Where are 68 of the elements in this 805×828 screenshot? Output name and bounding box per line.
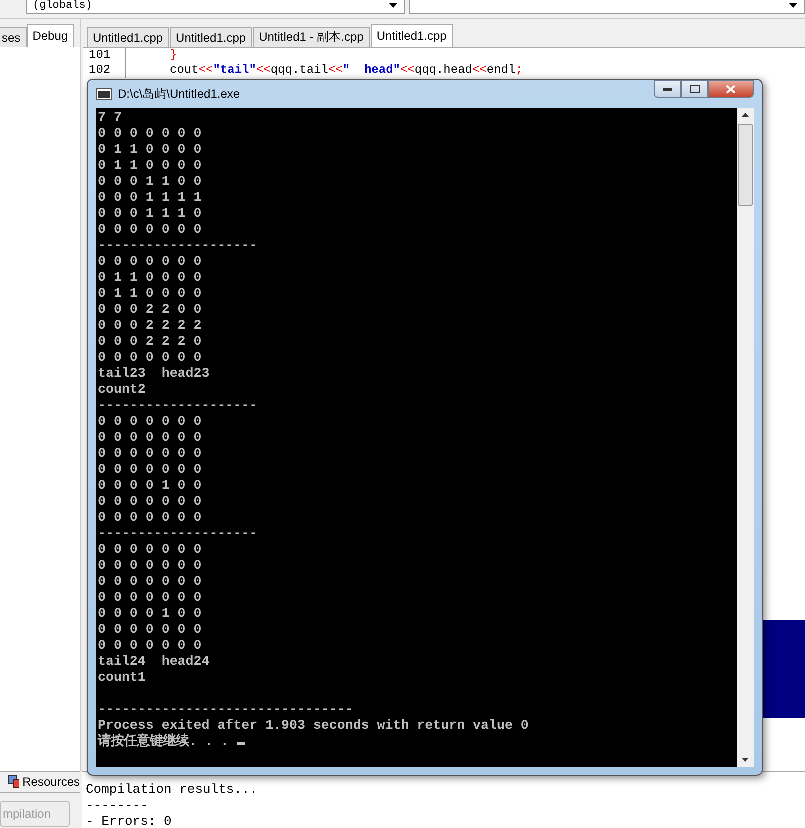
scroll-thumb[interactable] — [738, 124, 753, 206]
line-number: 101 — [83, 48, 126, 63]
dropdown[interactable] — [408, 0, 805, 14]
console-line: -------------------- — [98, 398, 258, 414]
console-line: 0 0 0 1 1 1 1 — [98, 190, 202, 206]
scrollbar[interactable] — [737, 108, 754, 767]
console-line: 0 0 0 0 1 0 0 — [98, 478, 202, 494]
console-line: 0 0 0 0 0 0 0 — [98, 446, 202, 462]
resources-icon — [8, 775, 19, 789]
console-line: -------------------- — [98, 526, 258, 542]
console-line: 0 0 0 2 2 2 2 — [98, 318, 202, 334]
console-line: 0 0 0 0 0 0 0 — [98, 350, 202, 366]
console-line: 0 0 0 0 0 0 0 — [98, 542, 202, 558]
console-line: 0 0 0 2 2 2 0 — [98, 334, 202, 350]
console-line: 0 1 1 0 0 0 0 — [98, 286, 202, 302]
resources-tab[interactable]: Resources — [0, 771, 80, 793]
maximize-button[interactable] — [681, 80, 708, 98]
console-line: 0 1 1 0 0 0 0 — [98, 142, 202, 158]
console-line: 0 0 0 0 0 0 0 — [98, 430, 202, 446]
dropdown[interactable]: (globals) — [26, 0, 405, 14]
file-tab[interactable]: Untitled1.cpp — [87, 27, 170, 47]
close-icon — [726, 84, 736, 94]
console-line: 0 0 0 0 0 0 0 — [98, 462, 202, 478]
code-line: cout<<"tail"<<qqq.tail<<" head"<<qqq.head<<endl; — [170, 63, 523, 78]
dropdown-arrow-icon — [388, 3, 398, 9]
log-line: -------- — [86, 798, 150, 814]
panel-tab[interactable]: ses — [0, 27, 27, 47]
window-title: D:\c\岛屿\Untitled1.exe — [118, 86, 242, 102]
panel-tab[interactable]: Debug — [26, 24, 74, 47]
file-tab[interactable]: Untitled1 - 副本.cpp — [253, 27, 370, 47]
dropdown-arrow-icon — [789, 3, 798, 9]
console-line: 0 0 0 0 0 0 0 — [98, 510, 202, 526]
code-line: } — [170, 48, 178, 63]
minimize-icon — [663, 88, 672, 90]
console-line: 0 0 0 0 0 0 0 — [98, 590, 202, 606]
log-line: - Errors: 0 — [86, 814, 173, 828]
console-line: 0 0 0 2 2 0 0 — [98, 302, 202, 318]
console-line: 0 0 0 0 0 0 0 — [98, 254, 202, 270]
line-number: 102 — [83, 63, 126, 78]
console-icon — [96, 88, 112, 100]
console-line: 0 0 0 0 0 0 0 — [98, 494, 202, 510]
maximize-icon — [690, 85, 700, 93]
console-line: 0 0 0 0 1 0 0 — [98, 606, 202, 622]
console-line: count2 — [98, 382, 146, 398]
file-tab[interactable]: Untitled1.cpp — [370, 24, 453, 47]
console-line: Process exited after 1.903 seconds with return value 0 — [98, 718, 529, 734]
console-line: -------------------------------- — [98, 702, 354, 718]
console-line: 0 1 1 0 0 0 0 — [98, 158, 202, 174]
console-line: 0 0 0 0 0 0 0 — [98, 558, 202, 574]
console-line: count1 — [98, 670, 146, 686]
console-line: 0 0 0 0 0 0 0 — [98, 222, 202, 238]
close-button[interactable] — [708, 80, 754, 98]
console-line: 0 0 0 0 0 0 0 — [98, 414, 202, 430]
console-line: 请按任意键继续. . . — [98, 734, 245, 750]
console-line: 0 0 0 0 0 0 0 — [98, 622, 202, 638]
console-line: tail24 head24 — [98, 654, 210, 670]
console-line: 0 0 0 1 1 1 0 — [98, 206, 202, 222]
log-line: Compilation results... — [86, 782, 259, 798]
console-line: 0 0 0 0 0 0 0 — [98, 126, 202, 142]
console-line: 0 0 0 0 0 0 0 — [98, 638, 202, 654]
file-tab[interactable]: Untitled1.cpp — [170, 27, 252, 47]
console-line: 0 1 1 0 0 0 0 — [98, 270, 202, 286]
console-line: tail23 head23 — [98, 366, 210, 382]
console-line: -------------------- — [98, 238, 258, 254]
console-line: 7 7 — [98, 110, 122, 126]
minimize-button[interactable] — [654, 80, 681, 98]
console-line: 0 0 0 0 0 0 0 — [98, 574, 202, 590]
console-line: 0 0 0 1 1 0 0 — [98, 174, 202, 190]
